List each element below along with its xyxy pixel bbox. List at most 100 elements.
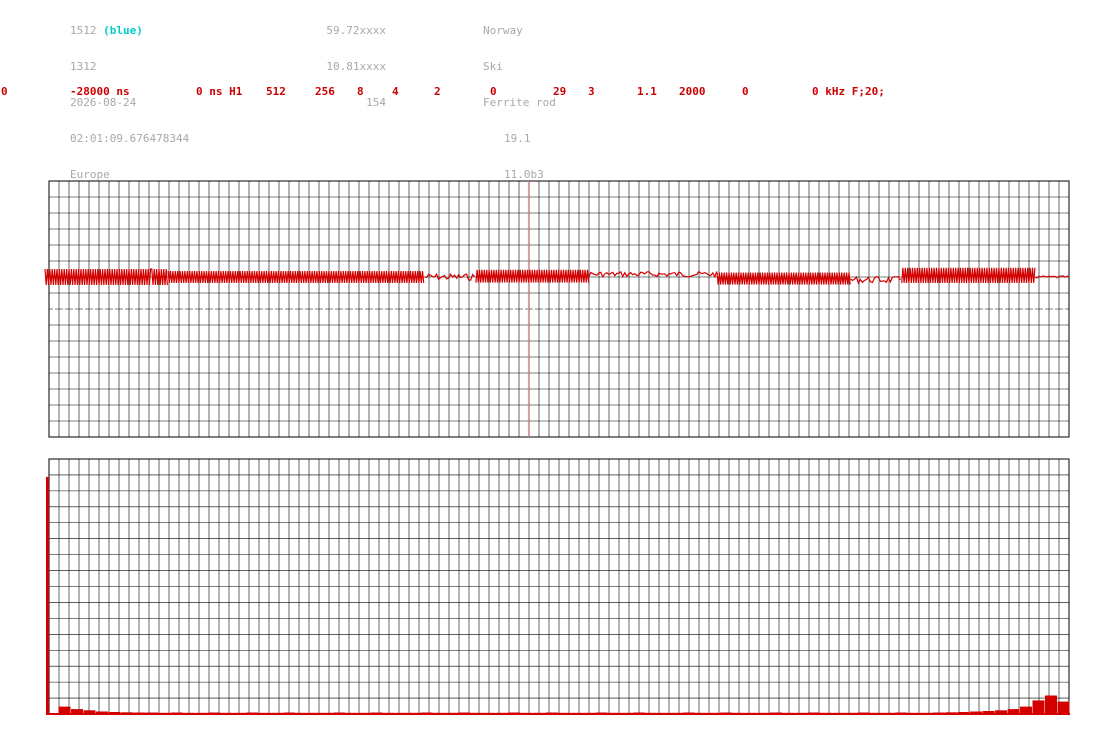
histogram-bar bbox=[433, 712, 446, 714]
waveform-tick bbox=[63, 308, 65, 311]
waveform-tick bbox=[853, 308, 855, 311]
histogram-bar bbox=[570, 712, 583, 714]
waveform-tick bbox=[633, 308, 635, 311]
waveform-tick bbox=[393, 308, 395, 311]
histogram-bar bbox=[857, 712, 870, 714]
waveform-tick bbox=[583, 308, 585, 311]
waveform-tick bbox=[673, 308, 675, 311]
waveform-tick bbox=[483, 308, 485, 311]
histogram-bar bbox=[145, 712, 158, 714]
waveform-tick bbox=[693, 308, 695, 311]
waveform-tick bbox=[123, 308, 125, 311]
histogram-bar bbox=[1007, 709, 1020, 714]
histogram-bar bbox=[270, 712, 283, 714]
waveform-tick bbox=[433, 308, 435, 311]
histogram-bar bbox=[470, 712, 483, 714]
waveform-tick bbox=[893, 308, 895, 311]
waveform-tick bbox=[1033, 308, 1035, 311]
waveform-tick bbox=[173, 308, 175, 311]
histogram-bar bbox=[820, 712, 833, 714]
waveform-tick bbox=[1003, 308, 1005, 311]
histogram-bar bbox=[882, 712, 895, 714]
histogram-bar bbox=[945, 712, 958, 714]
histogram-bar bbox=[370, 712, 383, 714]
histogram-bar bbox=[657, 712, 670, 714]
histogram-bar bbox=[345, 712, 358, 714]
waveform-tick bbox=[1043, 308, 1045, 311]
waveform-tick bbox=[103, 308, 105, 311]
histogram-bar bbox=[170, 712, 183, 714]
waveform-tick bbox=[993, 308, 995, 311]
histogram-bar bbox=[83, 710, 96, 714]
histogram-bar bbox=[71, 709, 83, 714]
waveform-tick bbox=[523, 308, 525, 311]
waveform-tick bbox=[113, 308, 115, 311]
histogram-bar bbox=[632, 712, 645, 714]
histogram-bar bbox=[258, 712, 271, 714]
waveform-tick bbox=[623, 308, 625, 311]
histogram-bar bbox=[620, 712, 633, 714]
waveform-tick bbox=[333, 308, 335, 311]
waveform-tick bbox=[493, 308, 495, 311]
histogram-bar bbox=[907, 712, 920, 714]
waveform-tick bbox=[903, 308, 905, 311]
waveform-tick bbox=[83, 308, 85, 311]
histogram-bar bbox=[220, 712, 233, 714]
histogram-bar bbox=[1020, 706, 1032, 714]
histogram-bar bbox=[545, 712, 558, 714]
histogram-bar bbox=[707, 712, 720, 714]
waveform-trace bbox=[44, 267, 1070, 286]
waveform-tick bbox=[843, 308, 845, 311]
histogram-bar bbox=[583, 712, 595, 714]
histogram-bar bbox=[320, 712, 333, 714]
waveform-tick bbox=[233, 308, 235, 311]
waveform-tick bbox=[653, 308, 655, 311]
waveform-tick bbox=[213, 308, 215, 311]
waveform-tick bbox=[793, 308, 795, 311]
histogram-bar bbox=[720, 712, 733, 714]
waveform-tick bbox=[343, 308, 345, 311]
histogram-bar bbox=[295, 712, 308, 714]
histogram-bar bbox=[358, 712, 371, 714]
waveform-tick bbox=[293, 308, 295, 311]
histogram-bar bbox=[1032, 700, 1045, 714]
histogram-bar bbox=[682, 712, 695, 714]
waveform-tick bbox=[1023, 308, 1025, 311]
histogram-bar bbox=[782, 712, 795, 714]
waveform-tick bbox=[813, 308, 815, 311]
waveform-tick bbox=[73, 308, 75, 311]
histogram-bar bbox=[807, 712, 820, 714]
waveform-tick bbox=[603, 308, 605, 311]
histogram-bar bbox=[970, 711, 983, 714]
waveform-tick bbox=[413, 308, 415, 311]
waveform-tick bbox=[313, 308, 315, 311]
waveform-tick bbox=[503, 308, 505, 311]
waveform-tick bbox=[223, 308, 225, 311]
histogram-bar bbox=[458, 712, 471, 714]
histogram-bar bbox=[645, 712, 658, 714]
histogram-bars bbox=[46, 476, 1070, 715]
histogram-bar bbox=[133, 712, 146, 714]
histogram-bar bbox=[695, 712, 708, 714]
histogram-bar bbox=[745, 712, 758, 714]
histogram-bar bbox=[120, 712, 133, 714]
waveform-grid bbox=[48, 180, 1070, 438]
waveform-tick bbox=[723, 308, 725, 311]
waveform-burst-segment bbox=[167, 270, 425, 284]
histogram-bar bbox=[495, 712, 508, 714]
waveform-tick bbox=[163, 308, 165, 311]
histogram-bar bbox=[333, 712, 346, 714]
waveform-tick bbox=[803, 308, 805, 311]
histogram-bar bbox=[1045, 695, 1057, 714]
histogram-bar bbox=[520, 712, 533, 714]
waveform-tick bbox=[973, 308, 975, 311]
histogram-bar bbox=[870, 712, 883, 714]
waveform-tick bbox=[533, 308, 535, 311]
histogram-bar bbox=[96, 711, 108, 714]
waveform-tick bbox=[183, 308, 185, 311]
histogram-bar bbox=[283, 712, 296, 714]
waveform-tick bbox=[943, 308, 945, 311]
histogram-bar bbox=[770, 712, 783, 714]
histogram-bar bbox=[408, 712, 421, 714]
histogram-bar bbox=[982, 711, 995, 714]
